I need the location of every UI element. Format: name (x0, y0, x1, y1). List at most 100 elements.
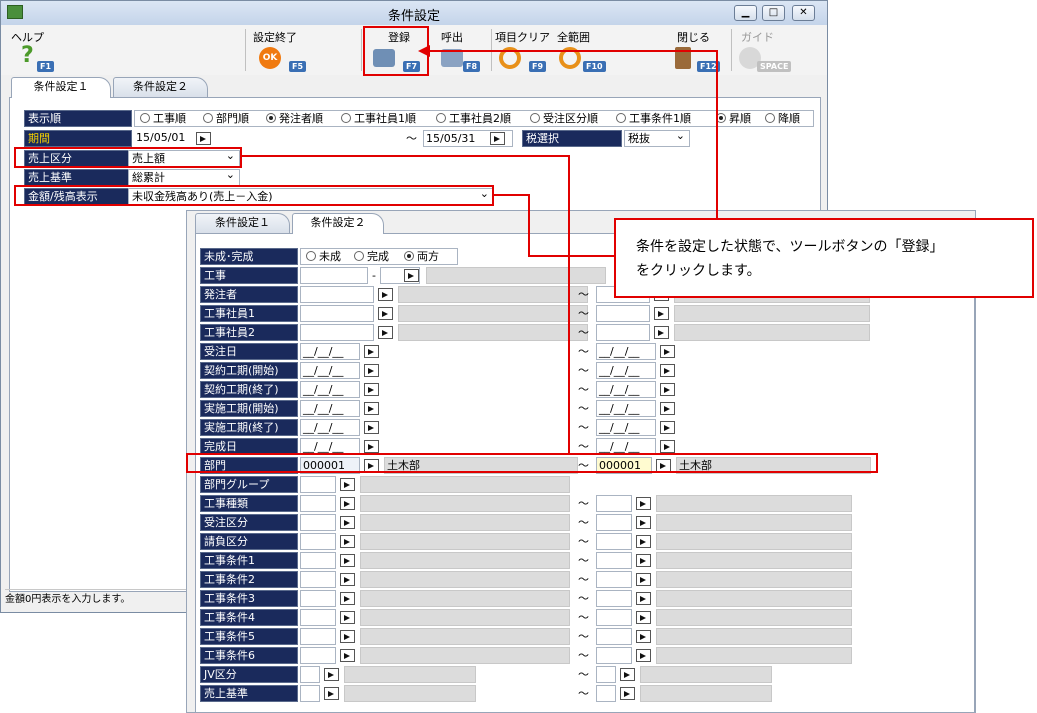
code-from-picker[interactable] (340, 535, 355, 548)
date-to-field[interactable]: __/__/__ (596, 381, 656, 398)
date-from-picker[interactable] (364, 364, 379, 377)
code-from-field[interactable] (300, 476, 336, 493)
code-from-picker[interactable] (340, 554, 355, 567)
code-from-field[interactable] (300, 495, 336, 512)
period-to-picker[interactable] (490, 132, 505, 145)
order-ascending[interactable]: 昇順 (716, 110, 751, 127)
tab-conditions-2[interactable]: 条件設定２ (292, 213, 384, 234)
date-to-field[interactable]: __/__/__ (596, 362, 656, 379)
order-option-order-kind[interactable]: 受注区分順 (530, 110, 598, 127)
status-option-1[interactable]: 未成 (306, 248, 341, 265)
code-to-picker[interactable] (620, 687, 635, 700)
order-option-construction[interactable]: 工事順 (140, 110, 186, 127)
date-to-picker[interactable] (660, 402, 675, 415)
date-to-picker[interactable] (660, 440, 675, 453)
code-from-field[interactable] (300, 552, 336, 569)
settings-end-button[interactable]: 設定終了 OK F5 (253, 29, 313, 73)
order-option-staff-1[interactable]: 工事社員1順 (341, 110, 416, 127)
date-to-field[interactable]: __/__/__ (596, 343, 656, 360)
code-from-field[interactable] (300, 685, 320, 702)
order-option-staff-2[interactable]: 工事社員2順 (436, 110, 511, 127)
code-from-field[interactable] (300, 571, 336, 588)
tab-conditions-2[interactable]: 条件設定２ (113, 77, 208, 97)
code-from-picker[interactable] (378, 307, 393, 320)
code-from-field[interactable] (300, 533, 336, 550)
code-from-field[interactable] (300, 305, 374, 322)
date-to-field[interactable]: __/__/__ (596, 419, 656, 436)
guide-button[interactable]: ガイド SPACE (737, 29, 793, 73)
code-from-field[interactable] (300, 666, 320, 683)
order-option-department[interactable]: 部門順 (203, 110, 249, 127)
code-from-picker[interactable] (340, 573, 355, 586)
code-from-picker[interactable] (324, 687, 339, 700)
code-to-picker[interactable] (636, 649, 651, 662)
date-from-picker[interactable] (364, 383, 379, 396)
code-to-picker[interactable] (636, 535, 651, 548)
date-from-field[interactable]: __/__/__ (300, 362, 360, 379)
date-to-field[interactable]: __/__/__ (596, 400, 656, 417)
code-from-field[interactable] (300, 514, 336, 531)
code-from-field[interactable] (300, 324, 374, 341)
date-to-picker[interactable] (660, 364, 675, 377)
date-from-picker[interactable] (364, 402, 379, 415)
code-to-field[interactable] (596, 495, 632, 512)
code-to-field[interactable] (596, 571, 632, 588)
status-option-3[interactable]: 両方 (404, 248, 439, 265)
date-to-picker[interactable] (660, 383, 675, 396)
code-from-picker[interactable] (340, 516, 355, 529)
code-to-picker[interactable] (636, 554, 651, 567)
status-option-2[interactable]: 完成 (354, 248, 389, 265)
code-to-picker[interactable] (636, 573, 651, 586)
order-option-condition-1[interactable]: 工事条件1順 (616, 110, 691, 127)
code-to-picker[interactable] (636, 630, 651, 643)
date-from-picker[interactable] (364, 345, 379, 358)
code-to-field[interactable] (596, 666, 616, 683)
code-to-field[interactable] (596, 628, 632, 645)
period-from-picker[interactable] (196, 132, 211, 145)
help-button[interactable]: ヘルプ ? F1 (11, 29, 71, 73)
code-from-field[interactable] (300, 628, 336, 645)
sales-basis-select[interactable]: 総累計 (128, 167, 240, 186)
code-to-field[interactable] (596, 324, 650, 341)
date-from-field[interactable]: __/__/__ (300, 343, 360, 360)
code-from-picker[interactable] (340, 630, 355, 643)
code-from-field[interactable] (300, 286, 374, 303)
code-to-picker[interactable] (654, 307, 669, 320)
date-from-picker[interactable] (364, 440, 379, 453)
code-to-field[interactable] (596, 590, 632, 607)
order-descending[interactable]: 降順 (765, 110, 800, 127)
code-to-picker[interactable] (654, 326, 669, 339)
code-from-field[interactable] (300, 590, 336, 607)
code-from-field[interactable] (300, 609, 336, 626)
code-to-picker[interactable] (620, 668, 635, 681)
tab-conditions-1[interactable]: 条件設定１ (195, 213, 290, 233)
code-to-field[interactable] (596, 552, 632, 569)
code-from-picker[interactable] (340, 611, 355, 624)
code-to-field[interactable] (596, 305, 650, 322)
tab-conditions-1[interactable]: 条件設定１ (11, 77, 111, 98)
code-from-picker[interactable] (324, 668, 339, 681)
code-to-picker[interactable] (636, 497, 651, 510)
code-to-field[interactable] (596, 609, 632, 626)
code-from-picker[interactable] (340, 497, 355, 510)
close-button[interactable]: ✕ (792, 5, 815, 21)
date-to-picker[interactable] (660, 421, 675, 434)
maximize-button[interactable]: □ (762, 5, 785, 21)
code-from-picker[interactable] (340, 592, 355, 605)
minimize-button[interactable]: ▁ (734, 5, 757, 21)
code-from-picker[interactable] (340, 478, 355, 491)
code-to-picker[interactable] (636, 516, 651, 529)
tax-select[interactable]: 税抜 (624, 128, 690, 147)
code-to-field[interactable] (596, 514, 632, 531)
code-to-picker[interactable] (636, 592, 651, 605)
date-from-field[interactable]: __/__/__ (300, 381, 360, 398)
construction-from-field[interactable] (300, 267, 368, 284)
code-to-field[interactable] (596, 647, 632, 664)
code-from-field[interactable] (300, 647, 336, 664)
order-option-client[interactable]: 発注者順 (266, 110, 323, 127)
date-from-field[interactable]: __/__/__ (300, 419, 360, 436)
construction-picker[interactable] (404, 269, 419, 282)
code-from-picker[interactable] (340, 649, 355, 662)
date-to-picker[interactable] (660, 345, 675, 358)
code-to-field[interactable] (596, 685, 616, 702)
